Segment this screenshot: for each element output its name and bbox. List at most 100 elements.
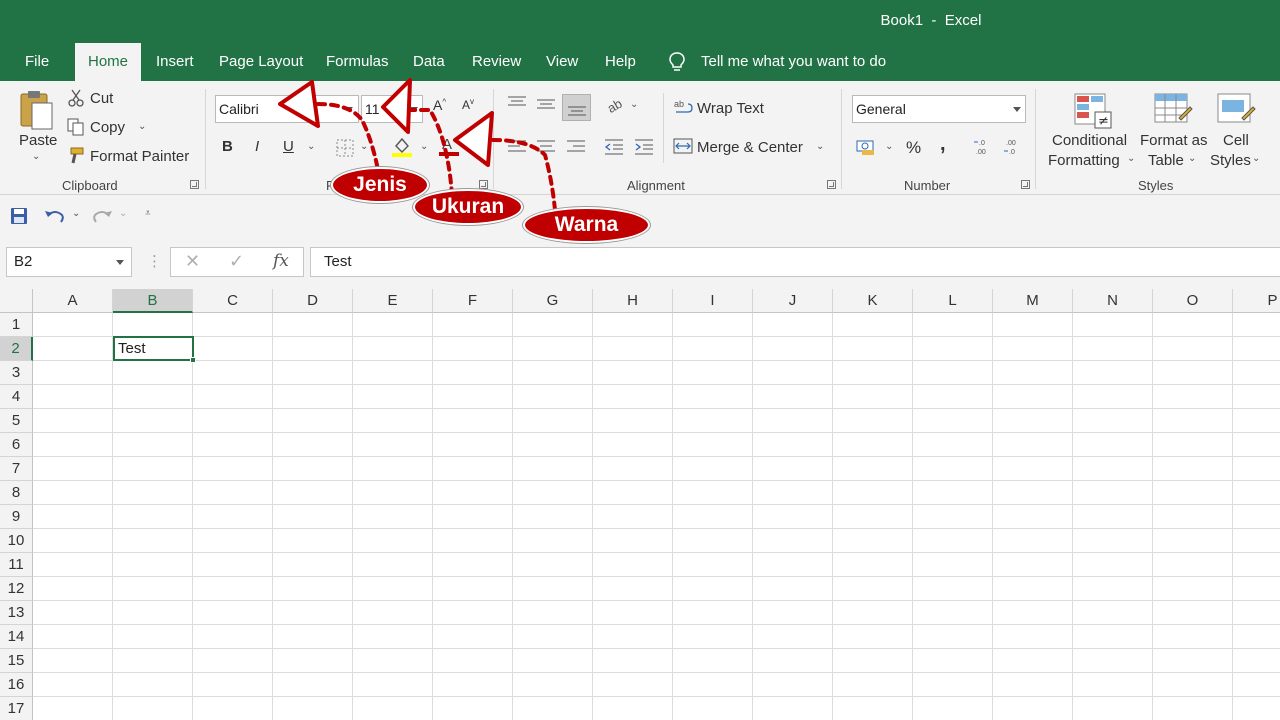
column-header-f[interactable]: F	[433, 289, 513, 313]
underline-dropdown-icon[interactable]: ⌄	[307, 141, 315, 152]
tab-review[interactable]: Review	[472, 43, 521, 81]
cell-styles-button[interactable]: Cell	[1223, 132, 1249, 149]
format-as-table-dropdown-icon[interactable]: ⌄	[1188, 153, 1196, 164]
name-box-dropdown-icon[interactable]	[116, 260, 124, 265]
row-header-1[interactable]: 1	[0, 313, 33, 337]
cancel-icon[interactable]: ✕	[185, 251, 200, 272]
font-name-select[interactable]: Calibri	[215, 95, 359, 123]
paste-dropdown-icon[interactable]: ⌄	[32, 151, 40, 162]
underline-button[interactable]: U	[283, 138, 294, 155]
align-right-icon[interactable]	[566, 138, 586, 156]
fill-color-dropdown-icon[interactable]: ⌄	[420, 141, 428, 152]
cell-area[interactable]	[33, 313, 1280, 720]
save-icon[interactable]	[10, 207, 28, 225]
row-header-3[interactable]: 3	[0, 361, 33, 385]
accounting-dropdown-icon[interactable]: ⌄	[885, 141, 893, 152]
tell-me-search[interactable]: Tell me what you want to do	[701, 43, 886, 81]
tab-home[interactable]: Home	[75, 43, 142, 81]
decrease-font-size-icon[interactable]: Av	[462, 97, 474, 112]
cell-styles-dropdown-icon[interactable]: ⌄	[1252, 153, 1260, 164]
formula-input[interactable]: Test	[310, 247, 1280, 277]
column-header-p[interactable]: P	[1233, 289, 1280, 313]
name-box[interactable]: B2	[6, 247, 132, 277]
increase-indent-icon[interactable]	[634, 138, 654, 156]
column-header-c[interactable]: C	[193, 289, 273, 313]
copy-dropdown-icon[interactable]: ⌄	[138, 121, 146, 132]
active-cell[interactable]: Test	[113, 336, 194, 361]
column-header-l[interactable]: L	[913, 289, 993, 313]
redo-icon[interactable]	[91, 207, 113, 225]
bold-button[interactable]: B	[222, 138, 233, 155]
column-header-e[interactable]: E	[353, 289, 433, 313]
middle-align-icon[interactable]	[536, 95, 556, 113]
font-name-dropdown-icon[interactable]	[345, 107, 353, 112]
row-header-2[interactable]: 2	[0, 337, 33, 361]
borders-dropdown-icon[interactable]: ⌄	[360, 141, 368, 152]
format-as-table-button[interactable]: Format as	[1140, 132, 1208, 149]
font-color-icon[interactable]: A	[438, 134, 460, 158]
format-painter-button[interactable]: Format Painter	[90, 148, 189, 165]
column-header-j[interactable]: J	[753, 289, 833, 313]
row-header-17[interactable]: 17	[0, 697, 33, 720]
paste-icon[interactable]	[18, 89, 56, 133]
column-header-o[interactable]: O	[1153, 289, 1233, 313]
fill-color-icon[interactable]	[391, 136, 413, 158]
increase-font-size-icon[interactable]: A^	[433, 97, 446, 113]
lightbulb-icon[interactable]	[668, 52, 686, 72]
row-header-8[interactable]: 8	[0, 481, 33, 505]
row-header-10[interactable]: 10	[0, 529, 33, 553]
customize-toolbar-icon[interactable]: ⩡	[145, 208, 151, 219]
percent-style-button[interactable]: %	[906, 138, 921, 158]
conditional-formatting-button[interactable]: Conditional	[1052, 132, 1127, 149]
number-format-select[interactable]: General	[852, 95, 1026, 123]
clipboard-launcher-icon[interactable]	[190, 180, 199, 189]
column-header-b[interactable]: B	[113, 289, 193, 313]
cut-button[interactable]: Cut	[90, 90, 113, 107]
row-header-12[interactable]: 12	[0, 577, 33, 601]
column-header-g[interactable]: G	[513, 289, 593, 313]
merge-center-button[interactable]: Merge & Center	[697, 139, 803, 156]
column-header-m[interactable]: M	[993, 289, 1073, 313]
row-header-7[interactable]: 7	[0, 457, 33, 481]
column-header-i[interactable]: I	[673, 289, 753, 313]
undo-dropdown-icon[interactable]: ⌄	[72, 208, 80, 219]
orientation-dropdown-icon[interactable]: ⌄	[630, 99, 638, 110]
row-header-15[interactable]: 15	[0, 649, 33, 673]
alignment-launcher-icon[interactable]	[827, 180, 836, 189]
conditional-formatting-dropdown-icon[interactable]: ⌄	[1127, 153, 1135, 164]
row-header-4[interactable]: 4	[0, 385, 33, 409]
row-header-9[interactable]: 9	[0, 505, 33, 529]
top-align-icon[interactable]	[507, 95, 527, 113]
italic-button[interactable]: I	[255, 138, 259, 155]
align-left-icon[interactable]	[507, 138, 527, 156]
row-header-13[interactable]: 13	[0, 601, 33, 625]
undo-icon[interactable]	[44, 207, 66, 225]
decrease-indent-icon[interactable]	[604, 138, 624, 156]
orientation-icon[interactable]: ab	[605, 95, 627, 115]
row-header-14[interactable]: 14	[0, 625, 33, 649]
font-launcher-icon[interactable]	[479, 180, 488, 189]
row-header-6[interactable]: 6	[0, 433, 33, 457]
increase-decimal-icon[interactable]: .0 .00	[973, 137, 993, 157]
row-header-16[interactable]: 16	[0, 673, 33, 697]
copy-button[interactable]: Copy	[90, 119, 125, 136]
number-launcher-icon[interactable]	[1021, 180, 1030, 189]
accounting-format-icon[interactable]	[856, 138, 878, 156]
tab-formulas[interactable]: Formulas	[326, 43, 389, 81]
row-header-11[interactable]: 11	[0, 553, 33, 577]
select-all-corner[interactable]	[0, 289, 33, 313]
comma-style-button[interactable]: ,	[940, 133, 946, 156]
tab-help[interactable]: Help	[605, 43, 636, 81]
merge-center-dropdown-icon[interactable]: ⌄	[816, 141, 824, 152]
paste-button[interactable]: Paste	[19, 132, 57, 149]
row-header-5[interactable]: 5	[0, 409, 33, 433]
insert-function-button[interactable]: fx	[273, 251, 289, 271]
font-size-dropdown-icon[interactable]	[410, 107, 418, 112]
tab-page-layout[interactable]: Page Layout	[219, 43, 303, 81]
tab-file[interactable]: File	[25, 43, 49, 81]
fill-handle[interactable]	[190, 357, 196, 363]
font-color-dropdown-icon[interactable]: ⌄	[469, 141, 477, 152]
column-header-h[interactable]: H	[593, 289, 673, 313]
wrap-text-button[interactable]: Wrap Text	[697, 100, 764, 117]
number-format-dropdown-icon[interactable]	[1013, 107, 1021, 112]
